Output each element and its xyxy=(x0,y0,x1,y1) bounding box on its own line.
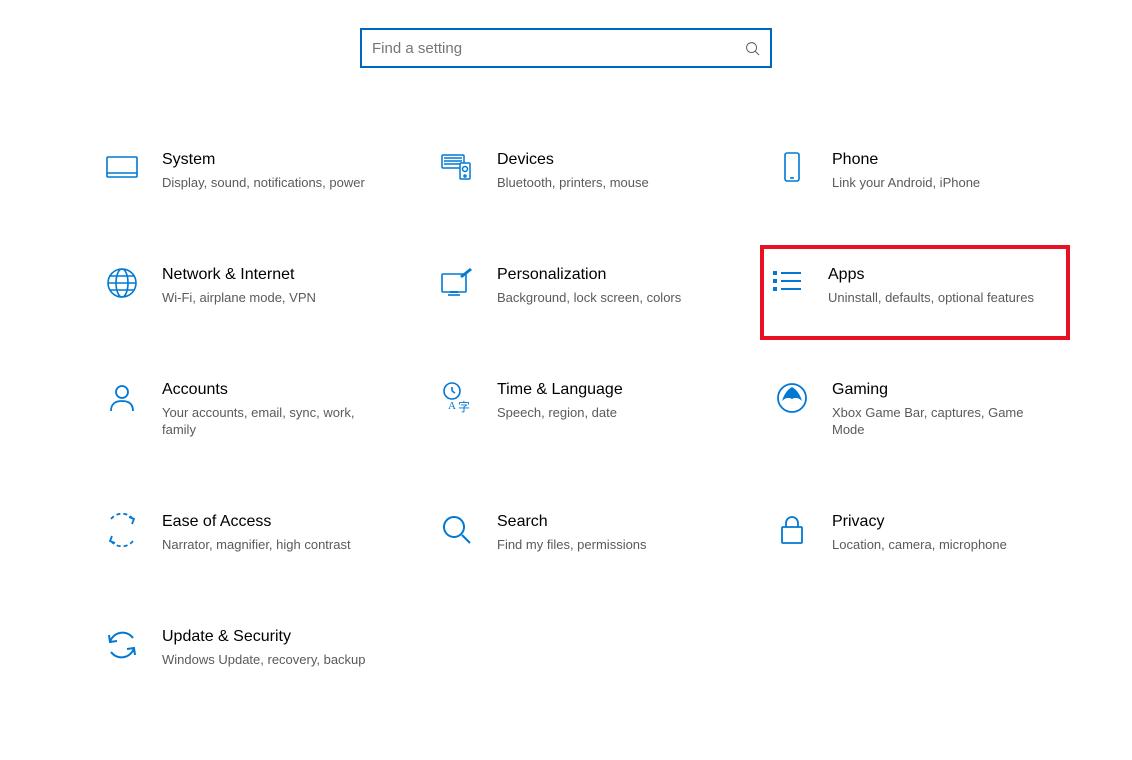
tile-desc: Display, sound, notifications, power xyxy=(162,174,365,191)
tile-title: Apps xyxy=(828,265,1034,285)
tile-title: System xyxy=(162,150,365,170)
tile-network[interactable]: Network & Internet Wi-Fi, airplane mode,… xyxy=(100,255,435,316)
tile-title: Accounts xyxy=(162,380,372,400)
tile-desc: Find my files, permissions xyxy=(497,536,647,553)
privacy-icon xyxy=(774,512,810,548)
tile-desc: Speech, region, date xyxy=(497,404,623,421)
svg-text:A: A xyxy=(448,400,456,412)
svg-text:字: 字 xyxy=(458,399,470,414)
system-icon xyxy=(104,150,140,186)
tile-text: Apps Uninstall, defaults, optional featu… xyxy=(828,265,1034,306)
globe-icon xyxy=(104,265,140,301)
tile-phone[interactable]: Phone Link your Android, iPhone xyxy=(770,140,1070,201)
gaming-icon xyxy=(774,380,810,416)
tile-title: Network & Internet xyxy=(162,265,316,285)
tile-desc: Background, lock screen, colors xyxy=(497,289,681,306)
tile-text: Network & Internet Wi-Fi, airplane mode,… xyxy=(162,265,316,306)
tile-privacy[interactable]: Privacy Location, camera, microphone xyxy=(770,502,1070,563)
search-icon xyxy=(744,40,760,56)
tile-gaming[interactable]: Gaming Xbox Game Bar, captures, Game Mod… xyxy=(770,370,1070,448)
tile-title: Privacy xyxy=(832,512,1007,532)
tile-title: Ease of Access xyxy=(162,512,351,532)
tile-desc: Link your Android, iPhone xyxy=(832,174,980,191)
tile-title: Time & Language xyxy=(497,380,623,400)
tile-desc: Windows Update, recovery, backup xyxy=(162,651,366,668)
tile-desc: Uninstall, defaults, optional features xyxy=(828,289,1034,306)
search-category-icon xyxy=(439,512,475,548)
tile-desc: Bluetooth, printers, mouse xyxy=(497,174,649,191)
tile-text: Update & Security Windows Update, recove… xyxy=(162,627,366,668)
time-language-icon: A 字 xyxy=(439,380,475,416)
tile-title: Update & Security xyxy=(162,627,366,647)
tile-title: Gaming xyxy=(832,380,1042,400)
tile-text: Time & Language Speech, region, date xyxy=(497,380,623,421)
tile-text: Accounts Your accounts, email, sync, wor… xyxy=(162,380,372,438)
tile-title: Personalization xyxy=(497,265,681,285)
tile-text: Search Find my files, permissions xyxy=(497,512,647,553)
tile-text: Privacy Location, camera, microphone xyxy=(832,512,1007,553)
tile-title: Search xyxy=(497,512,647,532)
ease-of-access-icon xyxy=(104,512,140,548)
search-input[interactable] xyxy=(372,40,744,57)
search-box[interactable] xyxy=(360,28,772,68)
tile-accounts[interactable]: Accounts Your accounts, email, sync, wor… xyxy=(100,370,435,448)
tile-text: Devices Bluetooth, printers, mouse xyxy=(497,150,649,191)
tile-text: System Display, sound, notifications, po… xyxy=(162,150,365,191)
tile-apps[interactable]: Apps Uninstall, defaults, optional featu… xyxy=(760,245,1070,340)
tile-time-language[interactable]: A 字 Time & Language Speech, region, date xyxy=(435,370,770,448)
phone-icon xyxy=(774,150,810,186)
settings-grid: System Display, sound, notifications, po… xyxy=(100,140,1072,732)
tile-desc: Wi-Fi, airplane mode, VPN xyxy=(162,289,316,306)
tile-title: Phone xyxy=(832,150,980,170)
apps-icon xyxy=(770,265,806,301)
tile-search[interactable]: Search Find my files, permissions xyxy=(435,502,770,563)
tile-text: Personalization Background, lock screen,… xyxy=(497,265,681,306)
tile-update-security[interactable]: Update & Security Windows Update, recove… xyxy=(100,617,435,678)
tile-desc: Location, camera, microphone xyxy=(832,536,1007,553)
accounts-icon xyxy=(104,380,140,416)
tile-personalization[interactable]: Personalization Background, lock screen,… xyxy=(435,255,770,316)
tile-ease-of-access[interactable]: Ease of Access Narrator, magnifier, high… xyxy=(100,502,435,563)
personalization-icon xyxy=(439,265,475,301)
tile-system[interactable]: System Display, sound, notifications, po… xyxy=(100,140,435,201)
tile-desc: Narrator, magnifier, high contrast xyxy=(162,536,351,553)
update-security-icon xyxy=(104,627,140,663)
tile-text: Ease of Access Narrator, magnifier, high… xyxy=(162,512,351,553)
tile-text: Phone Link your Android, iPhone xyxy=(832,150,980,191)
tile-title: Devices xyxy=(497,150,649,170)
tile-desc: Your accounts, email, sync, work, family xyxy=(162,404,372,438)
tile-desc: Xbox Game Bar, captures, Game Mode xyxy=(832,404,1042,438)
devices-icon xyxy=(439,150,475,186)
tile-text: Gaming Xbox Game Bar, captures, Game Mod… xyxy=(832,380,1042,438)
tile-devices[interactable]: Devices Bluetooth, printers, mouse xyxy=(435,140,770,201)
